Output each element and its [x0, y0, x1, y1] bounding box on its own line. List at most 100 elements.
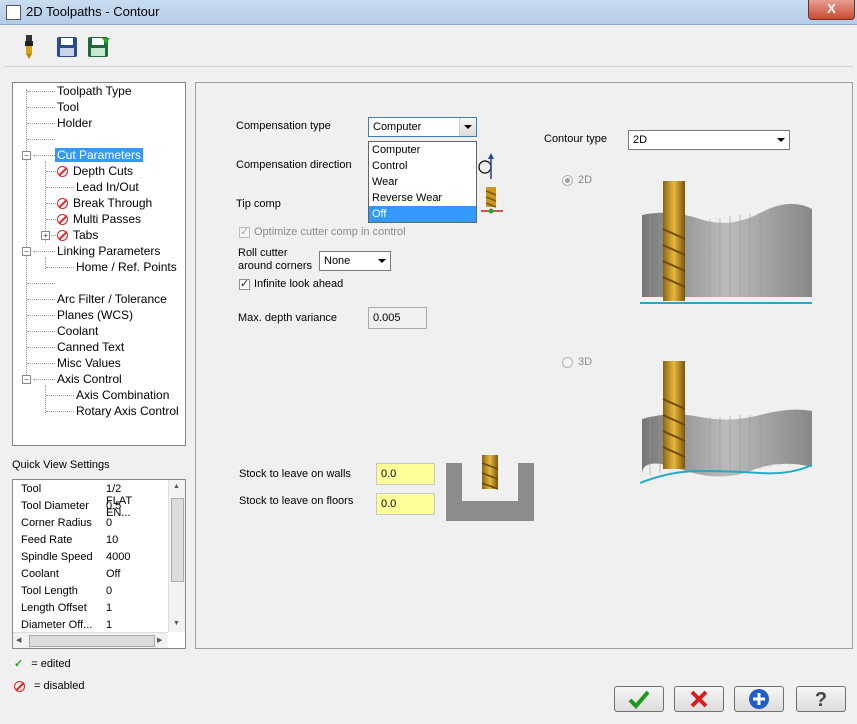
stock-to-leave-illustration [444, 453, 536, 528]
stock-floors-input[interactable]: 0.0 [376, 493, 435, 515]
stock-walls-input[interactable]: 0.0 [376, 463, 435, 485]
collapse-cut-parameters[interactable]: − [22, 151, 31, 160]
tree-item-depth-cuts[interactable]: Depth Cuts [57, 164, 133, 178]
tree-item-home-ref-points[interactable]: Home / Ref. Points [76, 260, 177, 274]
tree-item-tabs[interactable]: Tabs [57, 228, 98, 242]
vertical-scrollbar[interactable]: ▲ ▼ [168, 480, 185, 632]
tree-item-holder[interactable]: Holder [57, 116, 92, 130]
legend-disabled: = disabled [14, 680, 84, 692]
qv-row: Spindle Speed 4000 [21, 551, 131, 563]
tree-item-tool[interactable]: Tool [57, 100, 79, 114]
stock-floors-label: Stock to leave on floors [239, 495, 354, 507]
ok-icon [628, 690, 650, 709]
window-title: 2D Toolpaths - Contour [26, 4, 160, 19]
cancel-icon [690, 690, 708, 708]
save-to-library-icon[interactable] [86, 34, 112, 60]
comp-type-combo[interactable]: Computer [368, 117, 477, 137]
add-button[interactable] [734, 686, 784, 712]
stock-walls-label: Stock to leave on walls [239, 468, 351, 480]
scroll-right-icon[interactable]: ▶ [157, 636, 162, 644]
radio-3d-label: 3D [578, 356, 593, 368]
qv-row: Diameter Off... 1 [21, 619, 113, 631]
comp-direction-label: Compensation direction [236, 159, 352, 171]
tree-item-axis-combination[interactable]: Axis Combination [76, 388, 169, 402]
contour-2d-illustration [640, 179, 815, 312]
infinite-lookahead-checkbox[interactable] [239, 277, 250, 290]
radio-2d-label: 2D [578, 174, 593, 186]
qv-row: Corner Radius 0 [21, 517, 113, 529]
optimize-comp-checkbox[interactable] [239, 225, 250, 238]
add-icon [749, 689, 769, 709]
roll-cutter-label-1: Roll cutter [238, 247, 288, 259]
disabled-icon [57, 230, 68, 242]
ok-button[interactable] [614, 686, 664, 712]
chevron-down-icon[interactable] [773, 131, 789, 149]
operation-tree: − + − − Toolpath Type Tool Holder Cut Pa… [12, 82, 186, 446]
option-reverse-wear[interactable]: Reverse Wear [369, 190, 476, 206]
qv-row: Feed Rate 10 [21, 534, 119, 546]
tip-comp-label: Tip comp [236, 198, 281, 210]
cancel-button[interactable] [674, 686, 724, 712]
quick-view-list: Tool 1/2 FLAT EN... Tool Diameter 0.5 Corn… [12, 479, 186, 649]
tree-item-axis-control[interactable]: Axis Control [57, 372, 122, 386]
qv-row: Coolant Off [21, 568, 121, 580]
scroll-thumb[interactable] [171, 498, 184, 582]
max-depth-label: Max. depth variance [238, 312, 338, 324]
radio-3d[interactable] [562, 357, 573, 368]
roll-cutter-label-2: around corners [238, 260, 312, 272]
tree-item-break-through[interactable]: Break Through [57, 196, 152, 210]
tree-item-lead-in-out[interactable]: Lead In/Out [76, 180, 139, 194]
expand-tabs[interactable]: + [41, 231, 50, 240]
collapse-axis-control[interactable]: − [22, 375, 31, 384]
legend-edited: ✓ = edited [14, 658, 71, 670]
optimize-comp-label: Optimize cutter comp in control [254, 226, 406, 238]
tree-item-planes[interactable]: Planes (WCS) [57, 308, 133, 322]
scroll-left-icon[interactable]: ◀ [16, 636, 21, 644]
option-wear[interactable]: Wear [369, 174, 476, 190]
disabled-icon [57, 214, 68, 226]
disabled-icon [57, 198, 68, 210]
option-control[interactable]: Control [369, 158, 476, 174]
save-icon[interactable] [54, 34, 80, 60]
tip-comp-icon[interactable] [479, 185, 505, 218]
radio-2d[interactable] [562, 175, 573, 186]
chevron-down-icon[interactable] [374, 252, 390, 270]
tree-item-coolant[interactable]: Coolant [57, 324, 98, 338]
scroll-up-icon[interactable]: ▲ [173, 483, 180, 490]
disabled-icon [14, 680, 25, 692]
disabled-icon [57, 166, 68, 178]
tree-item-canned-text[interactable]: Canned Text [57, 340, 124, 354]
toolbar [4, 28, 853, 67]
close-button[interactable]: X [808, 0, 855, 20]
comp-type-dropdown[interactable]: Computer Control Wear Reverse Wear Off [368, 141, 477, 223]
tree-item-rotary-axis-control[interactable]: Rotary Axis Control [76, 404, 179, 418]
tree-item-cut-parameters[interactable]: Cut Parameters [55, 148, 144, 162]
horizontal-scrollbar[interactable]: ◀ ▶ [13, 632, 168, 648]
app-icon [6, 5, 21, 20]
qv-row: Tool Length 0 [21, 585, 113, 597]
roll-cutter-combo[interactable]: None [319, 251, 391, 271]
collapse-linking-parameters[interactable]: − [22, 247, 31, 256]
help-button[interactable]: ? [796, 686, 846, 712]
chevron-down-icon[interactable] [459, 118, 476, 136]
tree-item-arc-filter[interactable]: Arc Filter / Tolerance [57, 292, 167, 306]
scroll-down-icon[interactable]: ▼ [173, 620, 180, 627]
scroll-thumb-h[interactable] [29, 635, 155, 647]
contour-type-combo[interactable]: 2D [628, 130, 790, 150]
cut-parameters-panel: Compensation type Computer Computer Cont… [195, 82, 853, 649]
comp-direction-icon[interactable] [478, 149, 498, 184]
tree-item-misc-values[interactable]: Misc Values [57, 356, 121, 370]
tool-icon[interactable] [16, 34, 42, 60]
quick-view-title: Quick View Settings [12, 459, 110, 471]
svg-text:?: ? [815, 689, 827, 710]
check-icon: ✓ [14, 658, 24, 670]
qv-row: Tool 1/2 FLAT EN... [21, 483, 132, 519]
option-computer[interactable]: Computer [369, 142, 476, 158]
max-depth-input[interactable]: 0.005 [368, 307, 427, 329]
tree-item-linking-parameters[interactable]: Linking Parameters [57, 244, 160, 258]
title-bar: 2D Toolpaths - Contour [0, 0, 857, 25]
tree-item-toolpath-type[interactable]: Toolpath Type [57, 84, 132, 98]
option-off[interactable]: Off [369, 206, 476, 222]
contour-type-label: Contour type [544, 133, 607, 145]
tree-item-multi-passes[interactable]: Multi Passes [57, 212, 141, 226]
